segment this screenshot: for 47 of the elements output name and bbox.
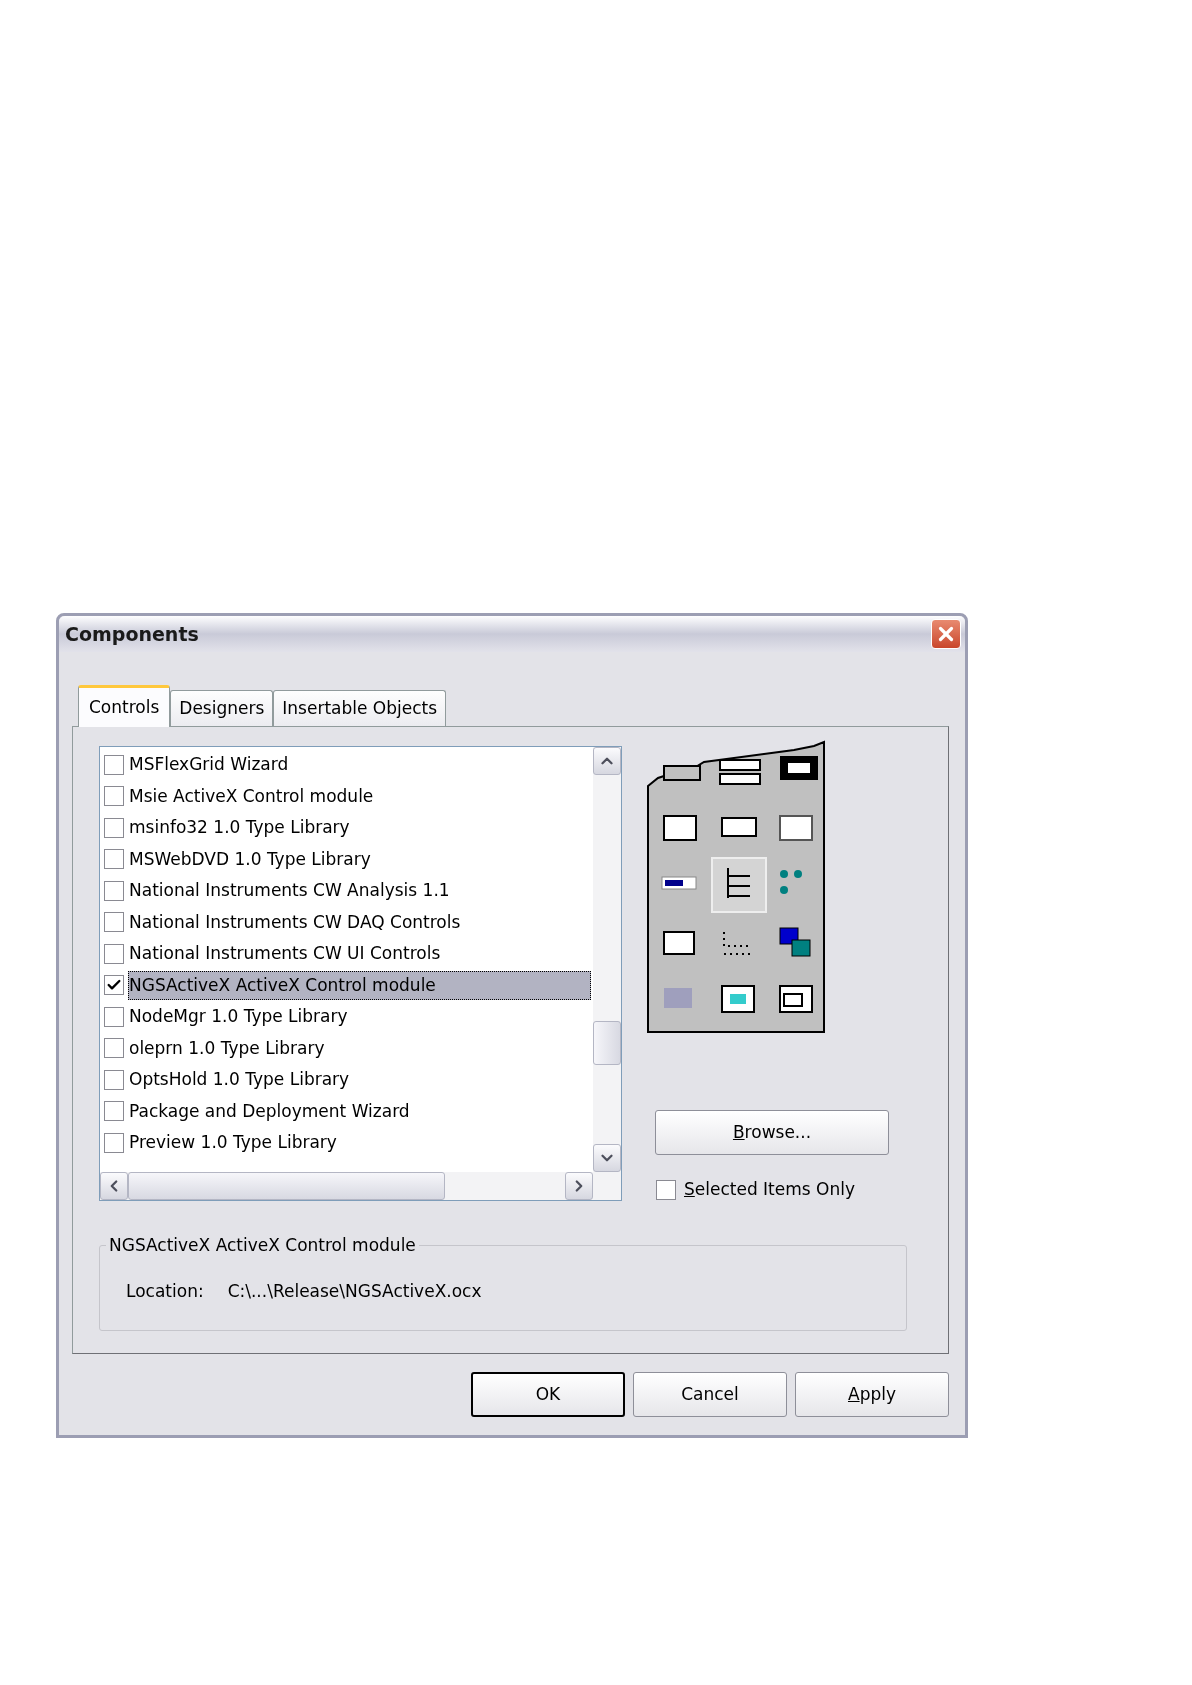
checkbox[interactable] bbox=[104, 1101, 124, 1122]
checkbox[interactable] bbox=[656, 1179, 676, 1200]
list-item[interactable]: MSFlexGrid Wizard bbox=[128, 750, 593, 780]
scroll-down-button[interactable] bbox=[593, 1144, 621, 1172]
vertical-scrollbar[interactable] bbox=[593, 747, 621, 1172]
checkbox[interactable] bbox=[104, 1132, 124, 1153]
checkbox[interactable] bbox=[104, 817, 124, 838]
list-item[interactable]: Msie ActiveX Control module bbox=[128, 781, 593, 811]
scroll-up-button[interactable] bbox=[593, 747, 621, 775]
browse-button[interactable]: Browse... bbox=[655, 1110, 889, 1155]
scrollbar-thumb[interactable] bbox=[128, 1172, 445, 1200]
list-item[interactable]: OptsHold 1.0 Type Library bbox=[128, 1065, 593, 1095]
tab[interactable]: Insertable Objects bbox=[273, 690, 447, 726]
scroll-right-button[interactable] bbox=[565, 1172, 593, 1200]
list-item[interactable]: National Instruments CW DAQ Controls bbox=[128, 907, 593, 937]
checkbox[interactable] bbox=[104, 880, 124, 901]
tab[interactable]: Designers bbox=[170, 690, 274, 726]
list-item[interactable]: NGSActiveX ActiveX Control module bbox=[128, 970, 591, 1000]
list-item[interactable]: National Instruments CW UI Controls bbox=[128, 939, 593, 969]
location-label: Location: bbox=[126, 1279, 204, 1303]
scrollbar-thumb[interactable] bbox=[593, 1021, 621, 1065]
list-item[interactable]: NodeMgr 1.0 Type Library bbox=[128, 1002, 593, 1032]
checkbox[interactable] bbox=[104, 786, 124, 807]
window-title: Components bbox=[65, 621, 199, 647]
list-item[interactable]: Package and Deployment Wizard bbox=[128, 1096, 593, 1126]
checkbox[interactable] bbox=[104, 1038, 124, 1059]
checkbox[interactable] bbox=[104, 754, 124, 775]
checkbox-label[interactable]: Selected Items Only bbox=[684, 1177, 855, 1203]
checkbox[interactable] bbox=[104, 1006, 124, 1027]
tab[interactable]: Controls bbox=[78, 685, 171, 727]
list-item[interactable]: oleprn 1.0 Type Library bbox=[128, 1033, 593, 1063]
checkbox[interactable] bbox=[104, 849, 124, 870]
scroll-left-button[interactable] bbox=[100, 1172, 128, 1200]
dialog-button[interactable]: OK bbox=[471, 1372, 625, 1417]
list-item[interactable]: MSWebDVD 1.0 Type Library bbox=[128, 844, 593, 874]
list-item[interactable]: National Instruments CW Analysis 1.1 bbox=[128, 876, 593, 906]
close-button[interactable] bbox=[931, 619, 961, 649]
horizontal-scrollbar[interactable] bbox=[100, 1172, 621, 1200]
list-item[interactable]: msinfo32 1.0 Type Library bbox=[128, 813, 593, 843]
dialog-button[interactable]: Apply bbox=[795, 1372, 949, 1417]
checkbox[interactable] bbox=[104, 912, 124, 933]
location-value: C:\...\Release\NGSActiveX.ocx bbox=[227, 1279, 482, 1303]
list-item[interactable]: Preview 1.0 Type Library bbox=[128, 1128, 593, 1158]
dialog-button[interactable]: Cancel bbox=[633, 1372, 787, 1417]
checkbox[interactable] bbox=[104, 943, 124, 964]
checkbox[interactable] bbox=[104, 1069, 124, 1090]
checkbox[interactable] bbox=[104, 975, 124, 996]
